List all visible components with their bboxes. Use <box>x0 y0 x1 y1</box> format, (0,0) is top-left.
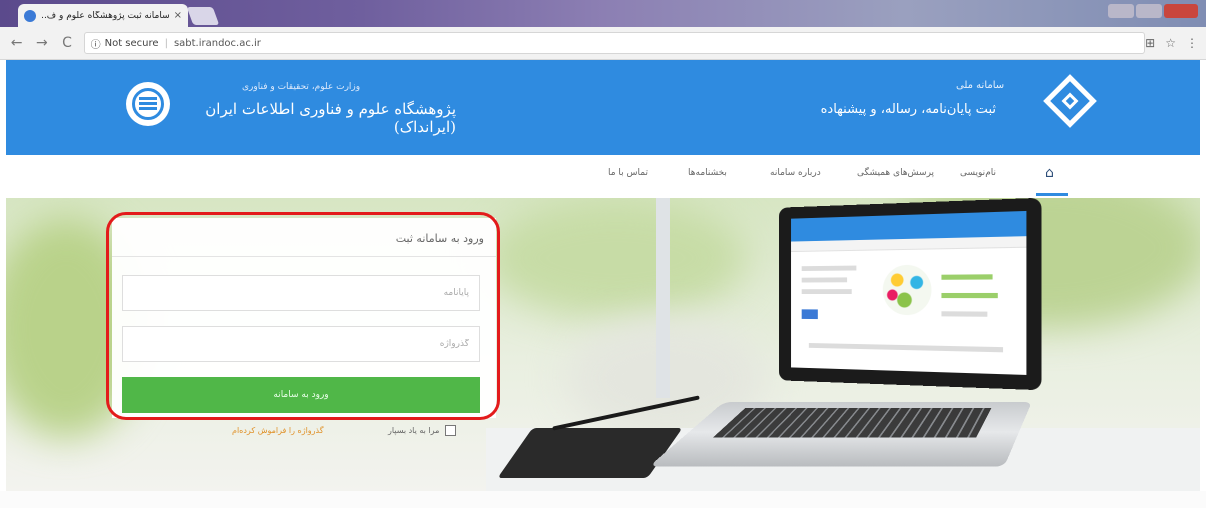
sabt-logo-inner <box>1061 92 1079 110</box>
remember-me-checkbox[interactable] <box>445 425 457 436</box>
organization-name: پژوهشگاه علوم و فناوری اطلاعات ایران (ای… <box>205 100 456 136</box>
browser-toolbar: ← → C ⓘ Not secure | sabt.irandoc.ac.ir … <box>0 27 1206 60</box>
nav-item-about[interactable]: درباره سامانه <box>770 168 821 178</box>
laptop-screen-green-line <box>941 292 998 299</box>
home-icon[interactable]: ⌂ <box>1045 165 1054 181</box>
browser-tab[interactable]: سامانه ثبت پژوهشگاه علوم و ف... × <box>18 4 188 27</box>
site-header: وزارت علوم، تحقیقات و فناوری پژوهشگاه عل… <box>6 60 1200 155</box>
security-label: Not secure <box>104 37 159 49</box>
nav-item-faq[interactable]: پرسش‌های همیشگی <box>857 168 934 178</box>
nav-item-register[interactable]: نام‌نویسی <box>960 168 996 178</box>
tab-close-button[interactable]: × <box>174 10 182 21</box>
url-separator: | <box>164 37 168 49</box>
system-subtitle: سامانه ملی <box>956 80 1005 91</box>
window-controls <box>1108 4 1198 18</box>
info-icon[interactable]: ⓘ <box>91 36 101 51</box>
minimize-button[interactable] <box>1108 4 1134 18</box>
hero-window-frame <box>656 198 670 398</box>
nav-item-circulars[interactable]: بخشنامه‌ها <box>688 168 727 178</box>
laptop-screen-green-line <box>941 274 993 280</box>
address-bar[interactable]: ⓘ Not secure | sabt.irandoc.ac.ir <box>83 32 1146 54</box>
laptop-keys <box>713 407 992 438</box>
laptop-screen-line <box>801 265 857 272</box>
laptop-screen-line <box>808 343 1004 353</box>
page-bottom <box>0 491 1206 508</box>
sabt-logo[interactable] <box>1043 74 1097 128</box>
laptop-screen-line <box>801 277 848 283</box>
translate-icon[interactable]: ⊞ <box>1145 36 1155 50</box>
laptop-screen-illustration <box>882 264 932 316</box>
remember-me-label: مرا به یاد بسپار <box>388 426 440 435</box>
tab-title: سامانه ثبت پژوهشگاه علوم و ف... <box>42 10 170 21</box>
laptop-screen-button <box>801 309 818 320</box>
irandoc-logo[interactable] <box>126 82 170 126</box>
favicon-icon <box>24 9 36 22</box>
close-window-button[interactable] <box>1164 4 1198 18</box>
forgot-password-link[interactable]: گذرواژه را فراموش کرده‌ام <box>232 426 324 435</box>
laptop-image <box>778 198 1042 391</box>
forward-button[interactable]: → <box>33 35 50 51</box>
remember-me[interactable]: مرا به یاد بسپار <box>388 425 457 436</box>
system-name: ثبت پایان‌نامه، رساله، و پیشنهاده <box>820 102 996 117</box>
laptop-screen-content <box>791 210 1027 375</box>
laptop-screen-line <box>801 289 852 294</box>
active-nav-indicator <box>1036 193 1068 196</box>
new-tab-button[interactable] <box>186 7 220 25</box>
maximize-button[interactable] <box>1136 4 1162 18</box>
main-navigation: ⌂ نام‌نویسی پرسش‌های همیشگی درباره سامان… <box>6 155 1200 197</box>
ministry-label: وزارت علوم، تحقیقات و فناوری <box>242 82 361 92</box>
nav-item-contact[interactable]: تماس با ما <box>608 168 648 178</box>
browser-menu-icon[interactable]: ⋮ <box>1186 36 1198 50</box>
annotation-highlight <box>106 212 500 420</box>
reload-button[interactable]: C <box>58 35 75 51</box>
logo-bars <box>139 97 157 111</box>
back-button[interactable]: ← <box>8 35 25 51</box>
url-text: sabt.irandoc.ac.ir <box>173 37 261 49</box>
hero-foliage-center <box>486 198 746 318</box>
laptop-screen-line <box>941 311 988 317</box>
toolbar-actions: ⊞ ☆ ⋮ <box>1145 36 1198 50</box>
bookmark-star-icon[interactable]: ☆ <box>1165 36 1176 50</box>
browser-tab-strip: سامانه ثبت پژوهشگاه علوم و ف... × <box>0 0 1206 27</box>
